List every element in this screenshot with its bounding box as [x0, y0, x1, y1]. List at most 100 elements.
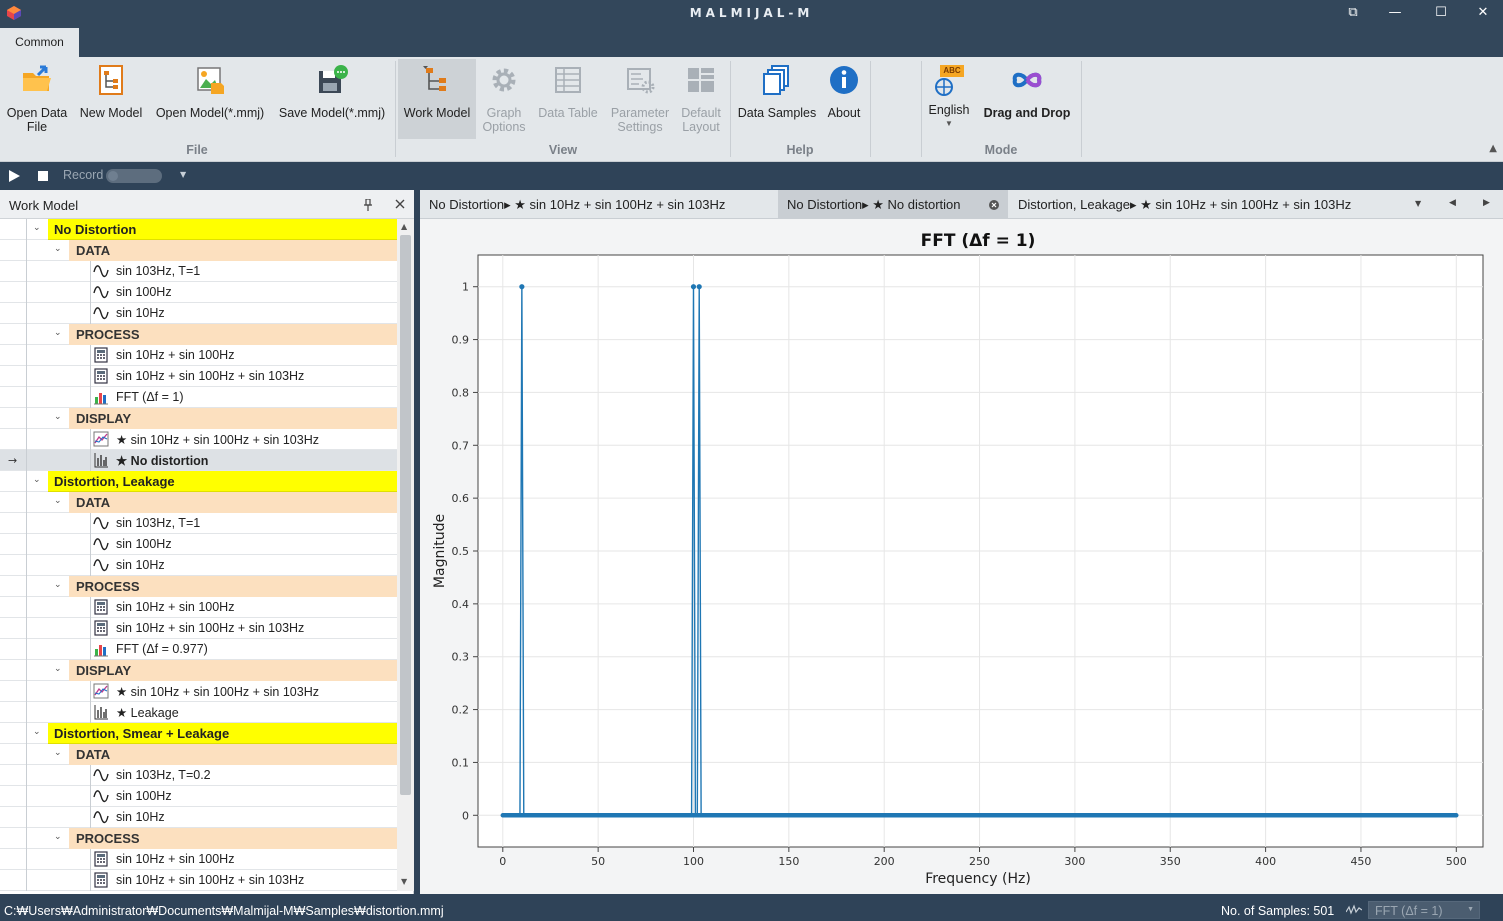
- scroll-up-icon[interactable]: ▲: [401, 222, 407, 231]
- tree-item-label: sin 10Hz: [116, 810, 165, 824]
- tree-item[interactable]: sin 10Hz + sin 100Hz + sin 103Hz: [0, 366, 397, 387]
- graph-options-button[interactable]: Graph Options: [478, 59, 530, 139]
- open-data-file-label-2: File: [26, 120, 48, 134]
- tree-item[interactable]: sin 10Hz + sin 100Hz: [0, 597, 397, 618]
- tree-item[interactable]: FFT (Δf = 1): [0, 387, 397, 408]
- sine-wave-icon: [93, 286, 109, 299]
- ribbon-collapse-icon[interactable]: ▲: [1489, 143, 1497, 154]
- tree-section[interactable]: ⌄ DISPLAY: [0, 408, 397, 429]
- tree-item[interactable]: sin 10Hz + sin 100Hz + sin 103Hz: [0, 870, 397, 891]
- open-data-file-button[interactable]: Open Data File: [2, 59, 72, 139]
- open-data-file-label-1: Open Data: [6, 106, 68, 120]
- parameter-settings-button[interactable]: Parameter Settings: [606, 59, 674, 139]
- data-table-button[interactable]: Data Table: [534, 59, 602, 139]
- save-model-button[interactable]: Save Model(*.mmj): [274, 59, 390, 139]
- tab-document-1[interactable]: No Distortion▸ ★ sin 10Hz + sin 100Hz + …: [420, 190, 776, 219]
- tab-document-2[interactable]: No Distortion▸ ★ No distortion: [778, 190, 1008, 219]
- tree-item[interactable]: sin 10Hz: [0, 303, 397, 324]
- y-tick-label: 0.5: [452, 545, 470, 558]
- tab-common[interactable]: Common: [0, 28, 79, 57]
- sine-wave-icon: [93, 790, 109, 803]
- chevron-down-icon[interactable]: ⌄: [54, 244, 62, 254]
- tree-group[interactable]: ⌄ Distortion, Leakage: [0, 471, 397, 492]
- about-button[interactable]: About: [822, 59, 866, 139]
- tree-section[interactable]: ⌄ PROCESS: [0, 828, 397, 849]
- tree-group[interactable]: ⌄ No Distortion: [0, 219, 397, 240]
- default-layout-button[interactable]: Default Layout: [676, 59, 726, 139]
- tree-item[interactable]: sin 10Hz: [0, 555, 397, 576]
- tree-guide-line: [26, 219, 27, 891]
- calculator-icon: [94, 620, 108, 636]
- tab-scroll-left-icon[interactable]: ◀: [1449, 198, 1456, 208]
- tree-item[interactable]: FFT (Δf = 0.977): [0, 639, 397, 660]
- tab-document-1-label: No Distortion▸ ★ sin 10Hz + sin 100Hz + …: [429, 197, 726, 212]
- play-icon[interactable]: [9, 170, 20, 182]
- tree-section[interactable]: ⌄ DATA: [0, 744, 397, 765]
- sample-count: No. of Samples: 501: [1221, 904, 1335, 918]
- tree-item-divider: [90, 786, 91, 807]
- tree-item[interactable]: sin 100Hz: [0, 786, 397, 807]
- maximize-button[interactable]: ☐: [1426, 3, 1456, 23]
- tree-item[interactable]: sin 100Hz: [0, 534, 397, 555]
- tree-item[interactable]: sin 10Hz + sin 100Hz: [0, 849, 397, 870]
- tree-section-label: DATA: [69, 492, 397, 513]
- tree-item-label: ★ sin 10Hz + sin 100Hz + sin 103Hz: [116, 685, 319, 699]
- x-tick-label: 100: [683, 855, 704, 868]
- new-model-button[interactable]: New Model: [76, 59, 146, 139]
- tree-item[interactable]: sin 10Hz: [0, 807, 397, 828]
- tree-section[interactable]: ⌄ DATA: [0, 492, 397, 513]
- scroll-down-icon[interactable]: ▼: [401, 877, 407, 886]
- tree-item[interactable]: sin 100Hz: [0, 282, 397, 303]
- stop-icon[interactable]: [38, 171, 48, 181]
- chevron-down-icon[interactable]: ⌄: [54, 748, 62, 758]
- record-toggle[interactable]: [106, 169, 162, 183]
- chevron-down-icon[interactable]: ⌄: [54, 664, 62, 674]
- tree-item[interactable]: sin 103Hz, T=1: [0, 261, 397, 282]
- chevron-down-icon[interactable]: ⌄: [54, 580, 62, 590]
- tree-item[interactable]: sin 10Hz + sin 100Hz + sin 103Hz: [0, 618, 397, 639]
- tree-item[interactable]: sin 103Hz, T=0.2: [0, 765, 397, 786]
- tab-document-2-label: No Distortion▸ ★ No distortion: [787, 197, 961, 212]
- close-icon[interactable]: [395, 199, 405, 209]
- display-selector[interactable]: FFT (Δf = 1) ▼: [1368, 901, 1480, 919]
- data-samples-button[interactable]: Data Samples: [736, 59, 818, 139]
- tree-item-label: sin 10Hz + sin 100Hz: [116, 600, 235, 614]
- tree-item[interactable]: sin 103Hz, T=1: [0, 513, 397, 534]
- tab-document-3[interactable]: Distortion, Leakage▸ ★ sin 10Hz + sin 10…: [1009, 190, 1389, 219]
- tree-item[interactable]: ★ Leakage: [0, 702, 397, 723]
- tree-item[interactable]: ★ No distortion: [0, 450, 397, 471]
- chevron-down-icon[interactable]: ▼: [180, 170, 186, 179]
- pin-icon[interactable]: [363, 199, 373, 211]
- title-bar: MALMIJAL-M ⧉ — ☐ ✕: [0, 0, 1503, 26]
- scrollbar-thumb[interactable]: [400, 235, 411, 795]
- chevron-down-icon[interactable]: ⌄: [54, 328, 62, 338]
- tree-section[interactable]: ⌄ PROCESS: [0, 324, 397, 345]
- bar-chart-icon: [94, 453, 108, 468]
- tree-item[interactable]: sin 10Hz + sin 100Hz: [0, 345, 397, 366]
- restore-layout-button[interactable]: ⧉: [1338, 3, 1368, 23]
- chevron-down-icon[interactable]: ⌄: [33, 727, 41, 737]
- language-selector[interactable]: ABC English ▼: [926, 59, 972, 139]
- tree-section[interactable]: ⌄ DISPLAY: [0, 660, 397, 681]
- tab-scroll-right-icon[interactable]: ▶: [1483, 198, 1490, 208]
- minimize-button[interactable]: —: [1380, 3, 1410, 23]
- tree-group[interactable]: ⌄ Distortion, Smear + Leakage: [0, 723, 397, 744]
- chevron-down-icon[interactable]: ⌄: [54, 412, 62, 422]
- ribbon-tab-strip: Common: [0, 26, 1503, 57]
- default-layout-label-2: Layout: [682, 120, 720, 134]
- chevron-down-icon[interactable]: ⌄: [33, 223, 41, 233]
- tree-section[interactable]: ⌄ DATA: [0, 240, 397, 261]
- chevron-down-icon[interactable]: ⌄: [54, 496, 62, 506]
- tree-section[interactable]: ⌄ PROCESS: [0, 576, 397, 597]
- chevron-down-icon[interactable]: ⌄: [54, 832, 62, 842]
- chevron-down-icon[interactable]: ⌄: [33, 475, 41, 485]
- tree-item[interactable]: ★ sin 10Hz + sin 100Hz + sin 103Hz: [0, 681, 397, 702]
- close-button[interactable]: ✕: [1468, 3, 1498, 23]
- close-tab-icon[interactable]: [989, 200, 999, 210]
- drag-and-drop-button[interactable]: Drag and Drop: [978, 59, 1076, 139]
- tree-scrollbar[interactable]: ▲ ▼: [397, 219, 414, 891]
- work-model-button[interactable]: Work Model: [398, 59, 476, 139]
- open-model-button[interactable]: Open Model(*.mmj): [152, 59, 268, 139]
- tab-list-dropdown-icon[interactable]: ▼: [1415, 199, 1421, 208]
- tree-item[interactable]: ★ sin 10Hz + sin 100Hz + sin 103Hz: [0, 429, 397, 450]
